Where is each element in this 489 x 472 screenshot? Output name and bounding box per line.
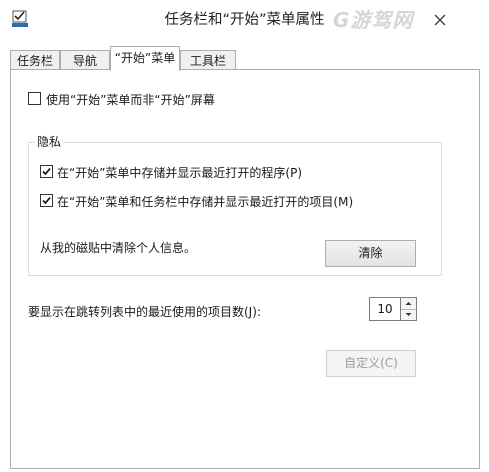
use-start-menu-label[interactable]: 使用“开始”菜单而非“开始”屏幕 [46,91,215,108]
spin-down-button[interactable] [401,309,416,321]
store-recent-items-checkbox[interactable] [40,194,53,207]
jump-list-count-input[interactable]: 10 [369,297,401,321]
customize-button[interactable]: 自定义(C) [326,350,416,377]
spin-up-button[interactable] [401,298,416,309]
jump-list-count-label: 要显示在跳转列表中的最近使用的项目数(J): [28,305,261,319]
clear-personal-info-text: 从我的磁贴中清除个人信息。 [40,241,197,255]
jump-list-count-spinner [401,297,417,321]
privacy-group-legend: 隐私 [35,133,64,150]
arrow-down-icon [405,313,412,316]
store-recent-items-label[interactable]: 在“开始”菜单和任务栏中存储并显示最近打开的项目(M) [57,193,353,210]
clear-button[interactable]: 清除 [325,240,416,267]
panel-content: 使用“开始”菜单而非“开始”屏幕 隐私 在“开始”菜单中存储并显示最近打开的程序… [0,0,489,472]
arrow-up-icon [405,302,412,305]
use-start-menu-checkbox[interactable] [28,92,41,105]
checkmark-icon [42,167,51,176]
store-recent-programs-label[interactable]: 在“开始”菜单中存储并显示最近打开的程序(P) [57,164,302,181]
checkmark-icon [42,196,51,205]
store-recent-programs-checkbox[interactable] [40,165,53,178]
